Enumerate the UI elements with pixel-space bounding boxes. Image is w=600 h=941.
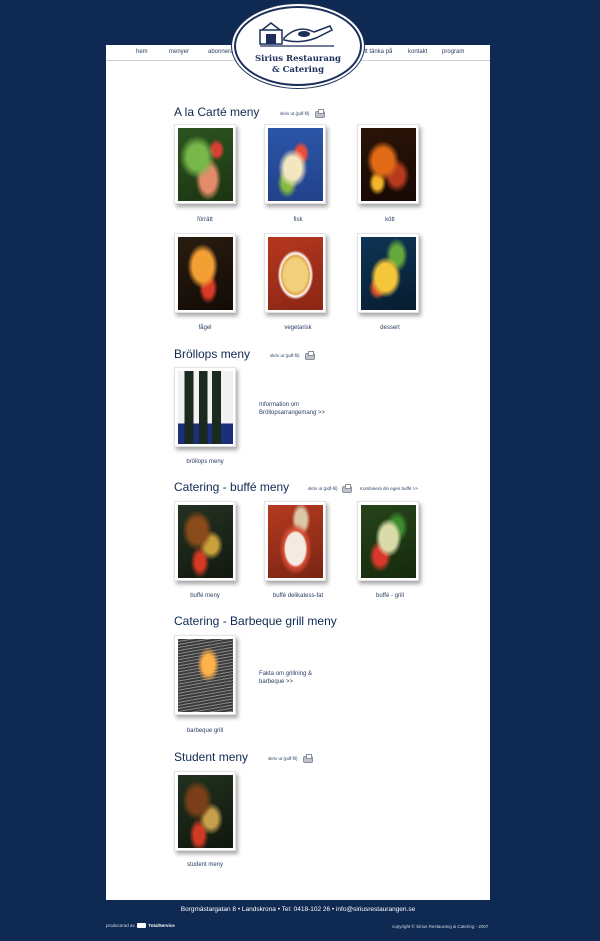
nav-item-kontakt[interactable]: kontakt [408,49,427,55]
logo-line-2: & Catering [271,65,325,75]
printer-icon[interactable] [305,351,315,360]
alacarte-title: A la Carté meny [174,105,260,119]
caption-dessert[interactable]: dessert [350,325,430,331]
brollops-info-link[interactable]: Information om Bröllopsarrangemang >> [259,401,349,417]
menu-thumb-student[interactable] [174,771,236,851]
printer-icon[interactable] [342,484,352,493]
caption-student[interactable]: student meny [165,862,245,868]
buffe-delikatess-photo [268,505,323,578]
logo-line-1: Sirius Restaurang [255,54,341,64]
buffe-photo [178,505,233,578]
copyright: copyright © Sirius Restaurang & Catering… [392,924,489,929]
caption-forratt[interactable]: förrätt [165,217,245,223]
caption-buffe[interactable]: buffé meny [165,593,245,599]
menu-thumb-fagel[interactable] [174,233,236,313]
bbq-photo [178,639,233,712]
menu-thumb-dessert[interactable] [357,233,419,313]
caption-buffe-delikatess[interactable]: buffé delikatess-fat [258,593,338,599]
caption-fisk[interactable]: fisk [258,217,338,223]
nav-item-abonnera[interactable]: abonnera [208,49,233,55]
buffe-title: Catering - buffé meny [174,480,290,494]
printer-icon[interactable] [315,109,325,118]
content-page: hem menyer abonnera att tänka på kontakt… [106,45,490,900]
alacarte-print-link[interactable]: skriv ut (pdf-fil) [280,111,310,116]
buffe-combine-link[interactable]: Kombinera din egen buffé >> [360,486,418,491]
producer-logo-icon [137,923,147,929]
caption-buffe-grill[interactable]: buffé - grill [350,593,430,599]
forratt-photo [178,128,233,201]
logo-emblem [259,22,334,47]
nav-item-att-tanka-pa[interactable]: att tänka på [361,49,392,55]
vegetarisk-photo [268,237,323,310]
caption-kott[interactable]: kött [350,217,430,223]
caption-brollops[interactable]: bröllops meny [165,459,245,465]
producer-name[interactable]: TotalService [148,923,174,928]
kott-photo [361,128,416,201]
site-logo[interactable]: Sirius Restaurang & Catering [234,6,362,86]
menu-thumb-vegetarisk[interactable] [264,233,326,313]
menu-thumb-buffe[interactable] [174,501,236,581]
nav-item-program[interactable]: program [442,49,464,55]
buffe-print-link[interactable]: skriv ut (pdf-fil) [308,486,338,491]
student-print-link[interactable]: skriv ut (pdf-fil) [268,756,298,761]
dessert-photo [361,237,416,310]
buffe-grill-photo [361,505,416,578]
menu-thumb-kott[interactable] [357,124,419,204]
printer-icon[interactable] [303,754,313,763]
menu-thumb-brollops[interactable] [174,367,236,447]
brollops-title: Bröllops meny [174,347,251,361]
menu-thumb-bbq[interactable] [174,635,236,715]
fisk-photo [268,128,323,201]
caption-bbq[interactable]: barbeque grill [165,728,245,734]
produced-by-label: producerad av [106,923,135,928]
bbq-info-link[interactable]: Fakta om grillning & barbeque >> [259,670,339,686]
nav-item-hem[interactable]: hem [136,49,148,55]
student-title: Student meny [174,750,249,764]
fagel-photo [178,237,233,310]
menu-thumb-forratt[interactable] [174,124,236,204]
nav-item-menyer[interactable]: menyer [169,49,189,55]
produced-by: producerad av TotalService [106,923,175,929]
menu-thumb-buffe-grill[interactable] [357,501,419,581]
bbq-title: Catering - Barbeque grill meny [174,614,337,628]
caption-fagel[interactable]: fågel [165,325,245,331]
caption-vegetarisk[interactable]: vegetarisk [258,325,338,331]
menu-thumb-fisk[interactable] [264,124,326,204]
brollops-photo [178,371,233,444]
menu-thumb-buffe-delikatess[interactable] [264,501,326,581]
student-photo [178,775,233,848]
brollops-print-link[interactable]: skriv ut (pdf-fil) [270,353,300,358]
footer-address: Borgmästargatan 8 • Landskrona • Tel: 04… [180,906,416,913]
